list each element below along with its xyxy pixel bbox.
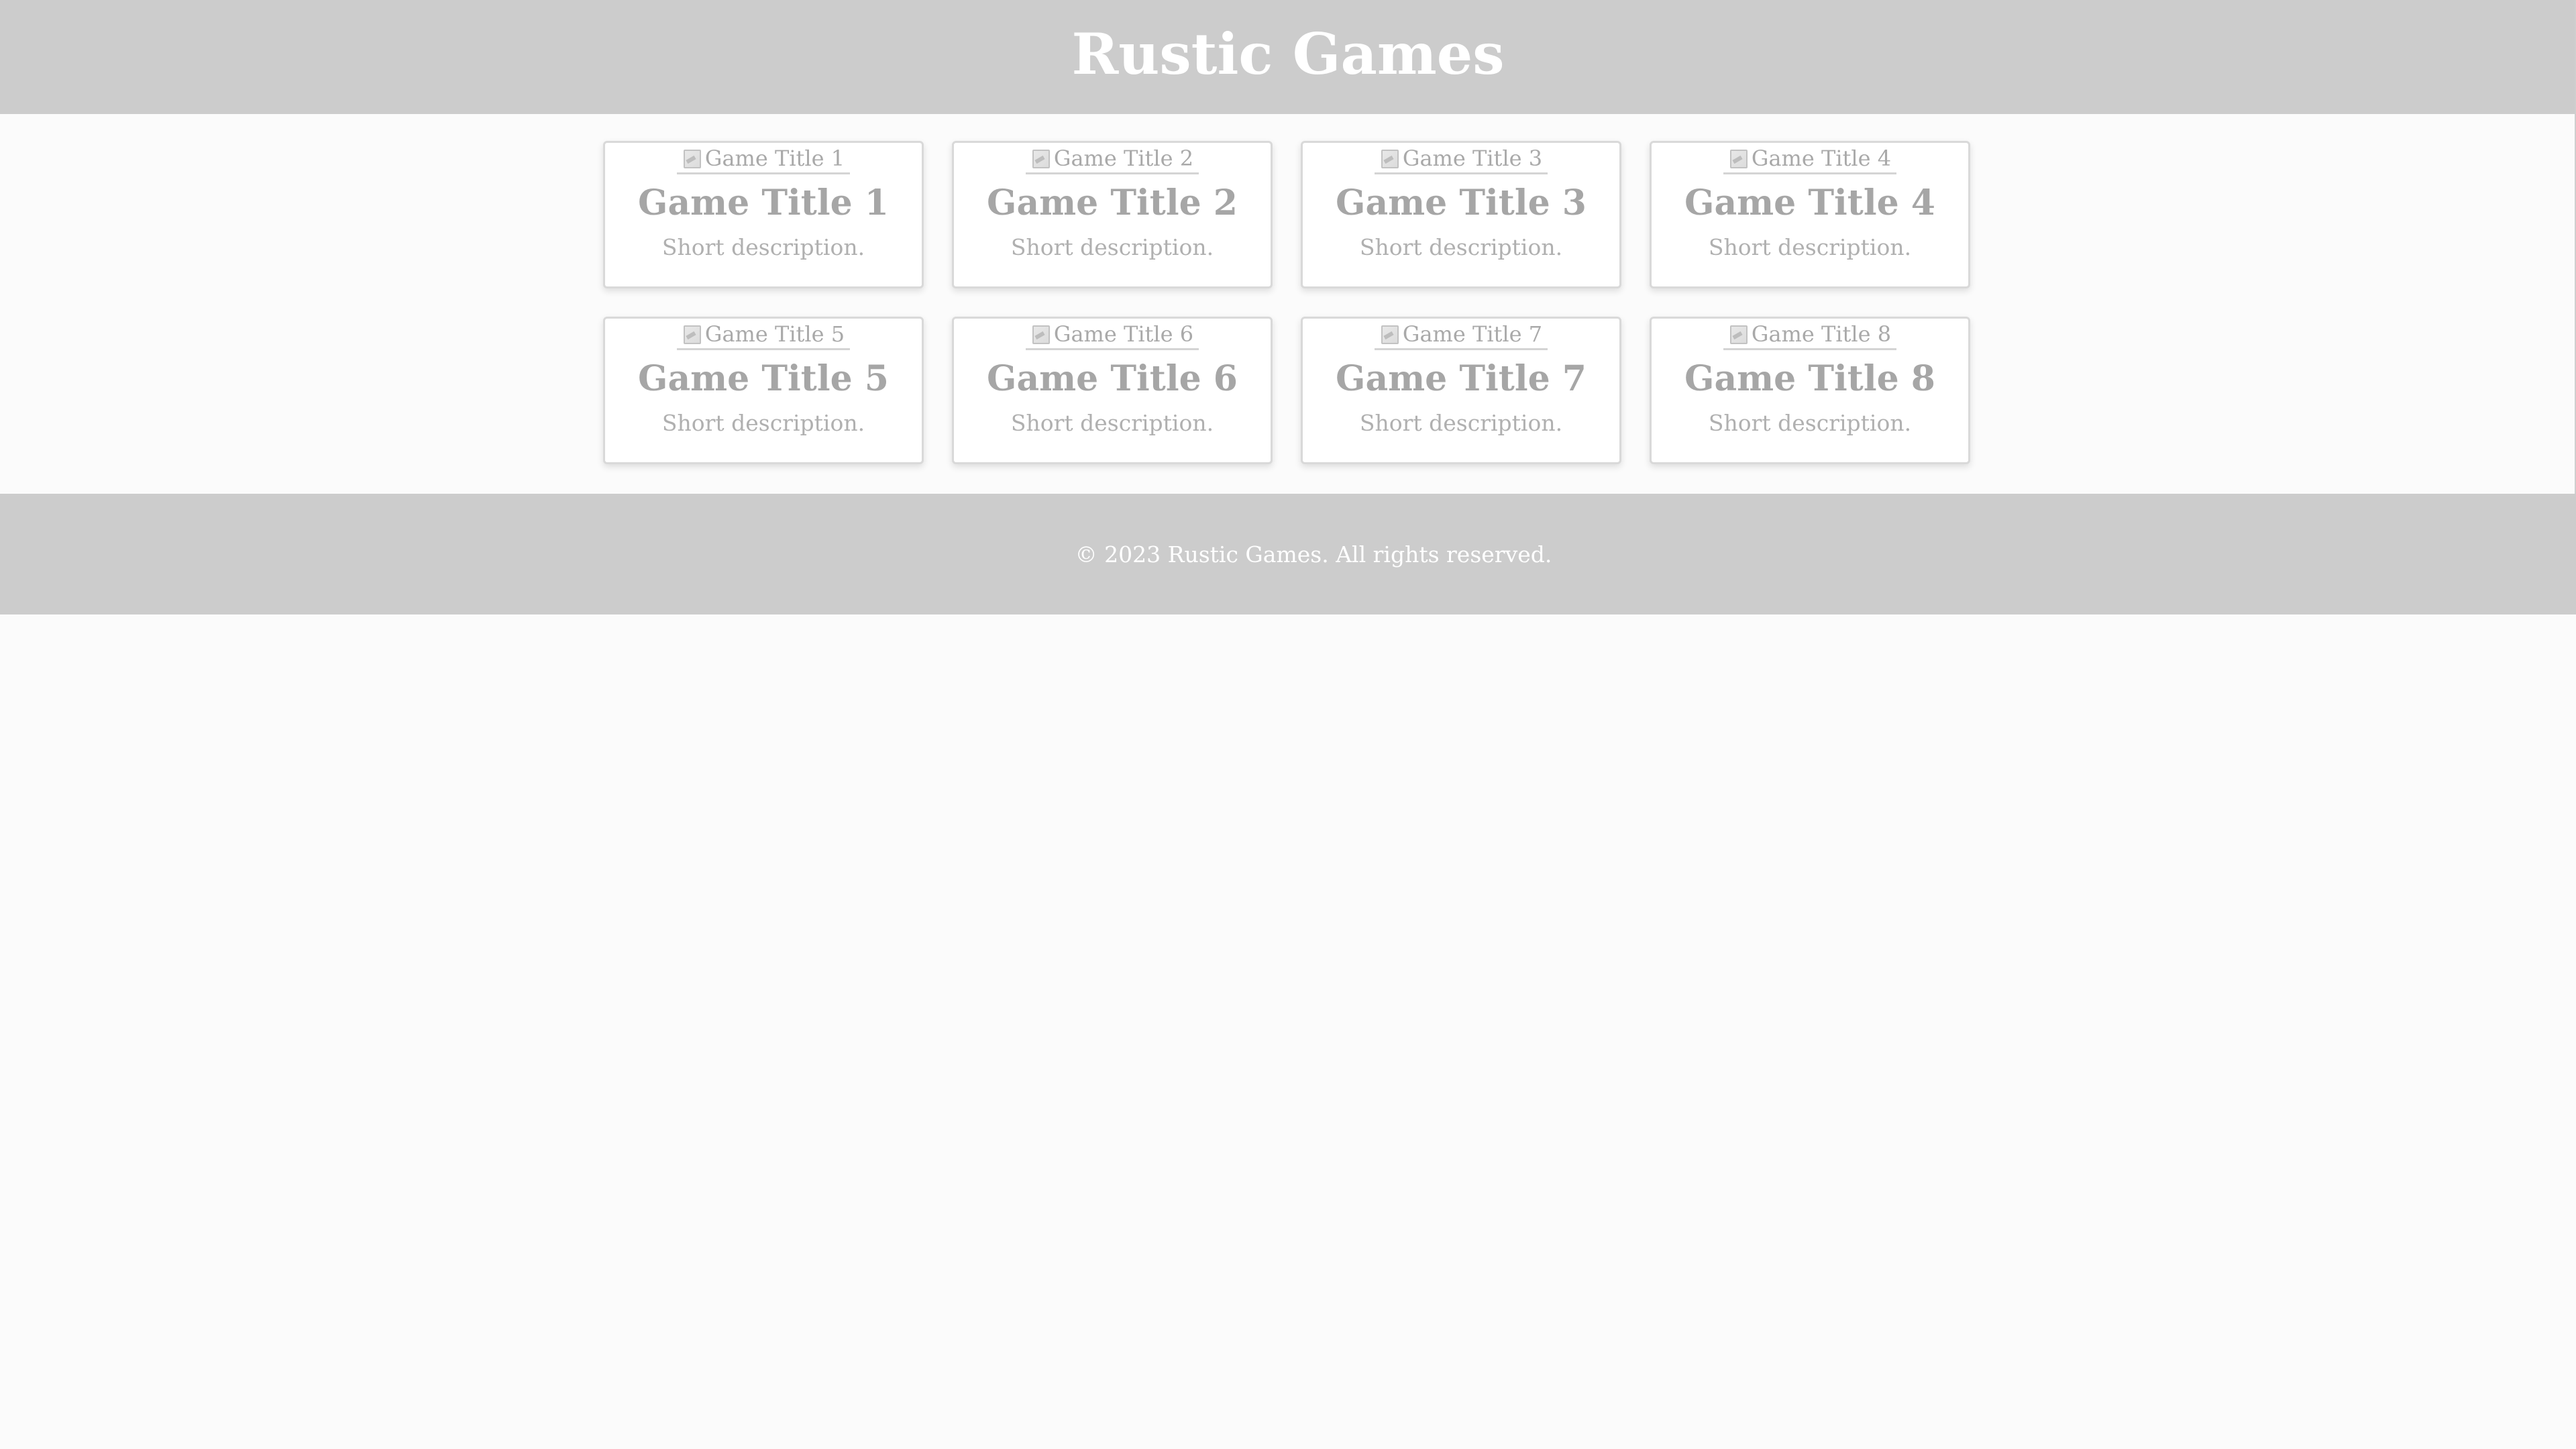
game-description: Short description. [1359, 410, 1563, 437]
game-description: Short description. [1359, 234, 1563, 261]
game-title: Game Title 5 [638, 358, 889, 399]
game-title: Game Title 7 [1336, 358, 1587, 399]
game-image-alt: Game Title 1 [704, 146, 845, 171]
site-header: Rustic Games [0, 0, 2576, 114]
site-footer: © 2023 Rustic Games. All rights reserved… [0, 494, 2576, 614]
site-title: Rustic Games [1071, 21, 1505, 87]
game-image[interactable]: Game Title 4 [1723, 144, 1897, 174]
game-image[interactable]: Game Title 2 [1025, 144, 1199, 174]
game-image-alt: Game Title 5 [704, 321, 845, 347]
game-title: Game Title 3 [1336, 182, 1587, 223]
game-description: Short description. [661, 234, 865, 261]
broken-image-icon [682, 148, 701, 168]
game-image-alt: Game Title 8 [1751, 321, 1892, 347]
game-description: Short description. [661, 410, 865, 437]
game-card[interactable]: Game Title 5 Game Title 5 Short descript… [603, 317, 924, 464]
game-description: Short description. [1010, 234, 1214, 261]
game-image[interactable]: Game Title 5 [676, 320, 851, 350]
game-card[interactable]: Game Title 7 Game Title 7 Short descript… [1301, 317, 1621, 464]
game-image-alt: Game Title 2 [1053, 146, 1194, 171]
game-card[interactable]: Game Title 8 Game Title 8 Short descript… [1650, 317, 1970, 464]
game-card[interactable]: Game Title 4 Game Title 4 Short descript… [1650, 141, 1970, 288]
game-title: Game Title 2 [987, 182, 1238, 223]
game-title: Game Title 6 [987, 358, 1238, 399]
broken-image-icon [1380, 148, 1399, 168]
game-description: Short description. [1708, 234, 1912, 261]
broken-image-icon [1031, 148, 1050, 168]
game-title: Game Title 1 [638, 182, 889, 223]
broken-image-icon [682, 324, 701, 344]
game-image[interactable]: Game Title 6 [1025, 320, 1199, 350]
game-image[interactable]: Game Title 8 [1723, 320, 1897, 350]
broken-image-icon [1729, 324, 1748, 344]
game-image-alt: Game Title 4 [1751, 146, 1892, 171]
game-title: Game Title 4 [1684, 182, 1935, 223]
game-image-alt: Game Title 6 [1053, 321, 1194, 347]
broken-image-icon [1380, 324, 1399, 344]
game-card[interactable]: Game Title 3 Game Title 3 Short descript… [1301, 141, 1621, 288]
game-card[interactable]: Game Title 6 Game Title 6 Short descript… [952, 317, 1273, 464]
game-description: Short description. [1010, 410, 1214, 437]
game-image-alt: Game Title 7 [1402, 321, 1543, 347]
game-image[interactable]: Game Title 7 [1374, 320, 1548, 350]
game-card[interactable]: Game Title 2 Game Title 2 Short descript… [952, 141, 1273, 288]
game-image-alt: Game Title 3 [1402, 146, 1543, 171]
game-image[interactable]: Game Title 3 [1374, 144, 1548, 174]
game-card[interactable]: Game Title 1 Game Title 1 Short descript… [603, 141, 924, 288]
game-title: Game Title 8 [1684, 358, 1935, 399]
game-image[interactable]: Game Title 1 [676, 144, 851, 174]
copyright-text: © 2023 Rustic Games. All rights reserved… [1075, 541, 1552, 568]
game-description: Short description. [1708, 410, 1912, 437]
broken-image-icon [1729, 148, 1748, 168]
games-grid: Game Title 1 Game Title 1 Short descript… [603, 141, 1973, 464]
broken-image-icon [1031, 324, 1050, 344]
